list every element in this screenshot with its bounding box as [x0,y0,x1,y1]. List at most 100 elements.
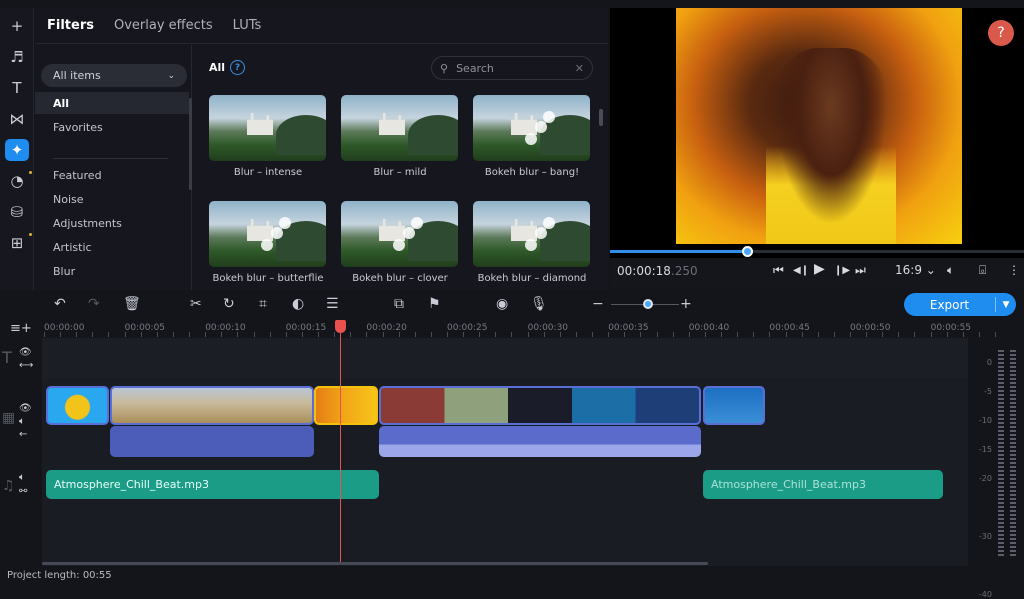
category-dropdown[interactable]: All items ⌄ [41,64,187,87]
ruler-tick-label: 00:00:40 [688,323,730,333]
category-featured[interactable]: Featured [35,164,189,186]
video-clip-audio[interactable] [379,426,701,457]
filter-label: Bokeh blur – clover [352,273,448,284]
filter-grid: All ? ⚲ Search ✕ Blur – intense Blur – mi… [193,45,608,290]
help-icon[interactable]: ? [230,60,245,75]
webcam-record-icon[interactable]: ◉ [496,296,508,312]
filter-thumbnail[interactable] [473,95,590,161]
meter-db-label: -10 [978,416,992,425]
transitions-icon[interactable]: ⋈ [5,108,29,130]
zoom-in-icon[interactable]: + [680,296,692,312]
preview-frame [676,8,962,244]
category-noise[interactable]: Noise [35,188,189,210]
timeline-ruler[interactable]: 00:00:00 00:00:05 00:00:10 00:00:15 00:00:20… [42,320,996,338]
text-track-link-icon[interactable]: ⟷ [19,360,33,371]
ruler-tick [398,332,400,337]
redo-icon[interactable]: ↷ [88,296,100,312]
audio-track-volume-icon[interactable]: 🔈︎ [19,472,25,483]
category-artistic[interactable]: Artistic [35,236,189,258]
ruler-tick [124,332,126,337]
rotate-icon[interactable]: ↻ [223,296,235,312]
export-options-chevron-icon[interactable]: ▼ [996,300,1016,310]
video-clip[interactable] [46,386,109,425]
text-icon[interactable]: T [5,77,29,99]
timeline-horizontal-scrollbar[interactable] [42,562,708,565]
marker-flag-icon[interactable]: ⚑ [428,296,441,312]
ruler-tick [592,332,593,337]
previous-frame-icon[interactable]: ◀❙ [793,265,809,276]
audio-clip[interactable]: Atmosphere_Chill_Beat.mp3 [703,470,943,499]
video-track-visibility-icon[interactable]: 👁︎ [19,403,32,414]
tab-luts[interactable]: LUTs [233,18,262,33]
color-adjust-icon[interactable]: ◐ [292,296,304,312]
category-blur[interactable]: Blur [35,260,189,282]
audio-track-link-icon[interactable]: ⚯ [19,486,27,497]
crop-icon[interactable]: ⌗ [259,296,267,312]
ruler-tick [301,332,303,337]
text-track-visibility-icon[interactable]: 👁︎ [19,347,32,358]
thumb-castle [511,113,537,135]
video-clip[interactable] [379,386,701,425]
clip-properties-icon[interactable]: ☰ [326,296,339,312]
tab-overlay-effects[interactable]: Overlay effects [114,18,213,33]
tab-filters[interactable]: Filters [47,18,94,33]
filter-thumbnail[interactable] [209,95,326,161]
video-clip[interactable] [703,386,765,425]
search-icon: ⚲ [440,61,449,75]
filter-thumbnail[interactable] [341,95,458,161]
volume-icon[interactable]: 🔈︎ [947,263,954,278]
category-adjustments[interactable]: Adjustments [35,212,189,234]
undo-icon[interactable]: ↶ [54,296,66,312]
filters-icon[interactable]: ✦ [5,139,29,161]
transition-wizard-icon[interactable]: ⧉ [394,296,404,312]
delete-icon[interactable]: 🗑︎ [123,296,141,312]
help-button[interactable]: ? [988,20,1014,46]
category-scrollbar[interactable] [189,98,192,190]
snapshot-camera-icon[interactable]: ⌻ [979,263,986,278]
export-button[interactable]: Export ▼ [904,293,1016,316]
category-all[interactable]: All [35,92,189,114]
aspect-ratio-dropdown[interactable]: 16:9 ⌄ [895,263,936,277]
microphone-icon[interactable]: 🎙︎ [530,296,548,312]
audio-clip[interactable]: Atmosphere_Chill_Beat.mp3 [46,470,379,499]
left-toolbar: + ♬ T ⋈ ✦ ◔ ⛁ ⊞ [0,8,34,290]
thumb-castle [379,113,405,135]
zoom-out-icon[interactable]: − [592,296,604,312]
ruler-tick [962,332,964,337]
clear-search-icon[interactable]: ✕ [575,62,584,75]
skip-to-start-icon[interactable]: ⏮ [773,263,784,278]
filter-thumbnail[interactable] [473,201,590,267]
video-clip-audio[interactable] [110,426,314,457]
playback-progress-handle[interactable] [741,246,753,257]
ruler-tick [205,332,207,337]
next-frame-icon[interactable]: ❙▶ [834,265,850,276]
grid-scrollbar[interactable] [599,109,603,126]
playhead-handle[interactable] [335,320,346,333]
category-favorites[interactable]: Favorites [35,116,189,138]
ruler-tick [495,332,497,337]
cut-icon[interactable]: ✂ [190,296,202,312]
playhead-line [340,320,341,562]
ruler-tick [447,332,448,337]
video-track-detach-icon[interactable]: ← [19,429,27,440]
more-options-icon[interactable]: ⋮ [1008,263,1020,277]
skip-to-end-icon[interactable]: ⏭ [855,263,866,278]
video-clip-selected[interactable] [314,386,378,425]
add-track-icon[interactable]: ≡+ [10,321,32,336]
ruler-tick [785,332,787,337]
add-icon[interactable]: + [5,15,29,37]
filter-thumbnail[interactable] [341,201,458,267]
video-track-volume-icon[interactable]: 🔈︎ [19,416,25,427]
video-clip[interactable] [110,386,314,425]
play-icon[interactable]: ▶ [814,261,825,277]
more-tools-icon[interactable]: ⊞ [5,232,32,254]
store-icon[interactable]: ⛁ [5,201,29,223]
stickers-icon[interactable]: ◔ [5,170,32,192]
ruler-tick [753,332,755,337]
filter-thumbnail[interactable] [209,201,326,267]
music-icon[interactable]: ♬ [5,46,29,68]
meter-db-label: -15 [978,445,992,454]
filter-label: Bokeh blur – diamond [477,273,587,284]
ruler-tick-label: 00:00:45 [769,323,810,333]
search-input[interactable]: ⚲ Search ✕ [431,56,593,80]
